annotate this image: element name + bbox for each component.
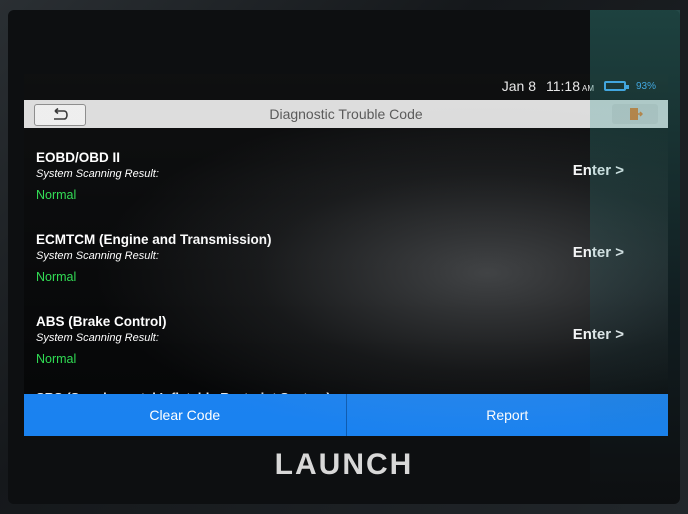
battery-percent: 93%: [635, 80, 656, 92]
clear-code-button[interactable]: Clear Code: [24, 394, 346, 436]
back-arrow-icon: [54, 108, 68, 120]
status-bar: Jan 8 11:18 AM 93%: [24, 74, 668, 98]
system-name: ABS (Brake Control): [36, 314, 167, 329]
battery-icon: [603, 81, 629, 91]
system-list: EOBD/OBD II System Scanning Result: Norm…: [24, 132, 668, 378]
system-item: ABS (Brake Control) System Scanning Resu…: [24, 296, 668, 378]
system-item: ECMTCM (Engine and Transmission) System …: [24, 214, 668, 296]
system-item: EOBD/OBD II System Scanning Result: Norm…: [24, 132, 668, 214]
system-name: ECMTCM (Engine and Transmission): [36, 232, 272, 247]
page-title: Diagnostic Trouble Code: [269, 106, 423, 122]
enter-button[interactable]: Enter >: [573, 326, 624, 343]
back-button[interactable]: [34, 104, 86, 126]
status-time: 11:18 AM: [545, 78, 594, 94]
device-screen: Jan 8 11:18 AM 93% Diagnostic Trouble Cod…: [24, 74, 668, 436]
brand-logo: LAUNCH: [274, 448, 414, 481]
scan-status: Normal: [36, 188, 77, 202]
bottom-action-bar: Clear Code Report: [24, 394, 668, 436]
status-date: Jan 8: [501, 78, 536, 94]
system-name: EOBD/OBD II: [36, 150, 121, 165]
exit-door-icon: [630, 108, 643, 120]
scan-status: Normal: [36, 352, 77, 366]
title-bar: Diagnostic Trouble Code: [24, 100, 668, 128]
report-button[interactable]: Report: [345, 394, 668, 436]
exit-button[interactable]: [612, 104, 658, 124]
enter-button[interactable]: Enter >: [573, 244, 624, 261]
scan-status: Normal: [36, 270, 77, 284]
enter-button[interactable]: Enter >: [573, 162, 624, 179]
